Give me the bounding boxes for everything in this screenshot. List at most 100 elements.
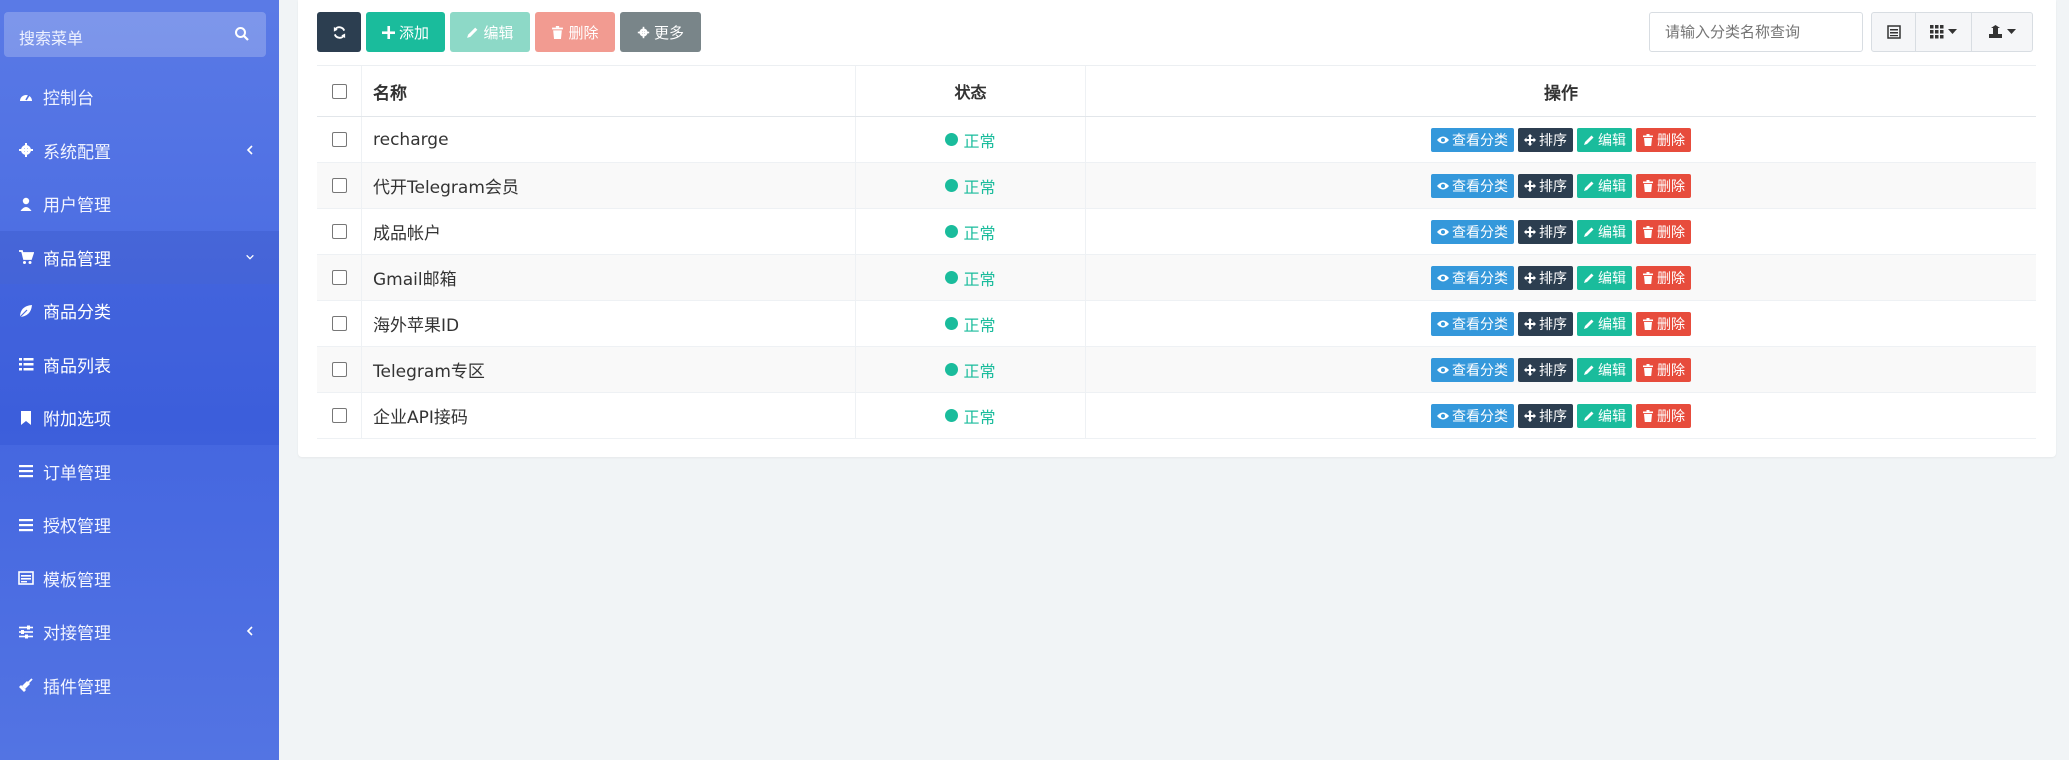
row-edit-button[interactable]: 编辑 [1577,173,1632,198]
row-delete-button[interactable]: 删除 [1636,265,1691,290]
sidebar-item-label: 商品管理 [43,249,111,270]
chevron-down-icon [246,254,254,260]
sidebar-item-extra-options[interactable]: 附加选项 [0,391,279,445]
trash-icon [1643,179,1653,192]
columns-dropdown-button[interactable] [1916,13,1972,51]
row-checkbox[interactable] [331,132,347,147]
table-row: Telegram专区 正常 查看分类 排序 编辑 删除 [317,347,2036,393]
view-category-button[interactable]: 查看分类 [1431,403,1514,428]
sort-button[interactable]: 排序 [1518,127,1573,152]
list-icon [19,358,34,371]
sort-button[interactable]: 排序 [1518,357,1573,382]
view-label: 查看分类 [1452,224,1508,241]
row-edit-button[interactable]: 编辑 [1577,127,1632,152]
row-checkbox[interactable] [331,362,347,377]
view-category-button[interactable]: 查看分类 [1431,311,1514,336]
table-header-row: 名称 状态 操作 [317,66,2036,117]
edit-button[interactable]: 编辑 [450,12,530,52]
row-checkbox[interactable] [331,178,347,193]
view-category-button[interactable]: 查看分类 [1431,265,1514,290]
delete-label: 删除 [1657,316,1685,333]
export-dropdown-button[interactable] [1972,13,2032,51]
view-label: 查看分类 [1452,316,1508,333]
status-dot-icon [945,133,959,146]
row-status: 正常 [856,163,1086,208]
sort-label: 排序 [1539,362,1567,379]
status-label: 正常 [963,361,996,381]
sidebar-item-plugin-management[interactable]: 插件管理 [0,659,279,713]
sidebar-item-order-management[interactable]: 订单管理 [0,445,279,499]
sort-button[interactable]: 排序 [1518,265,1573,290]
category-search-input[interactable] [1649,12,1863,52]
view-category-button[interactable]: 查看分类 [1431,219,1514,244]
sort-label: 排序 [1539,132,1567,149]
row-delete-button[interactable]: 删除 [1636,219,1691,244]
row-delete-button[interactable]: 删除 [1636,127,1691,152]
row-delete-button[interactable]: 删除 [1636,403,1691,428]
sidebar-item-goods-management[interactable]: 商品管理 [0,230,279,284]
toolbar: 添加 编辑 删除 更多 [317,12,701,52]
row-checkbox[interactable] [331,408,347,423]
sort-button[interactable]: 排序 [1518,173,1573,198]
row-name: Gmail邮箱 [362,255,856,300]
sidebar-item-system-config[interactable]: 系统配置 [0,124,279,178]
sidebar-item-dashboard[interactable]: 控制台 [0,70,279,124]
edit-label: 编辑 [1598,132,1626,149]
sidebar-item-label: 系统配置 [43,142,111,163]
toggle-view-button[interactable] [1872,13,1916,51]
delete-label: 删除 [1657,224,1685,241]
row-name: recharge [362,117,856,162]
view-category-button[interactable]: 查看分类 [1431,357,1514,382]
select-all-checkbox[interactable] [331,83,347,99]
sidebar-item-goods-list[interactable]: 商品列表 [0,338,279,392]
plug-icon [19,678,33,693]
goods-submenu: 商品分类 商品列表 附加选项 [0,284,279,445]
edit-label: 编辑 [1598,362,1626,379]
sidebar-item-integration-management[interactable]: 对接管理 [0,605,279,659]
menu-search-box[interactable]: 搜索菜单 [4,12,266,57]
refresh-button[interactable] [317,12,361,52]
row-status: 正常 [856,209,1086,254]
sidebar-item-license-management[interactable]: 授权管理 [0,498,279,552]
delete-label: 删除 [1657,132,1685,149]
gear-icon [19,143,33,158]
view-label: 查看分类 [1452,362,1508,379]
sort-button[interactable]: 排序 [1518,219,1573,244]
template-icon [18,571,34,586]
search-icon[interactable] [234,26,250,42]
edit-label: 编辑 [1598,316,1626,333]
chevron-left-icon [246,626,253,636]
row-delete-button[interactable]: 删除 [1636,173,1691,198]
row-checkbox[interactable] [331,224,347,239]
header-name[interactable]: 名称 [362,66,856,116]
view-category-button[interactable]: 查看分类 [1431,173,1514,198]
sidebar-item-template-management[interactable]: 模板管理 [0,552,279,606]
row-edit-button[interactable]: 编辑 [1577,265,1632,290]
sort-button[interactable]: 排序 [1518,311,1573,336]
sort-button[interactable]: 排序 [1518,403,1573,428]
select-all-cell [317,66,362,116]
row-edit-button[interactable]: 编辑 [1577,219,1632,244]
move-icon [1524,133,1536,146]
sidebar-item-user-management[interactable]: 用户管理 [0,177,279,231]
edit-label: 编辑 [1598,224,1626,241]
row-edit-button[interactable]: 编辑 [1577,403,1632,428]
view-category-button[interactable]: 查看分类 [1431,127,1514,152]
trash-icon [1643,363,1653,376]
pencil-icon [1584,181,1594,191]
row-delete-button[interactable]: 删除 [1636,311,1691,336]
sidebar-item-label: 商品列表 [43,356,111,377]
delete-button[interactable]: 删除 [535,12,615,52]
row-checkbox[interactable] [331,270,347,285]
row-delete-button[interactable]: 删除 [1636,357,1691,382]
row-edit-button[interactable]: 编辑 [1577,311,1632,336]
row-edit-button[interactable]: 编辑 [1577,357,1632,382]
add-button[interactable]: 添加 [366,12,445,52]
sidebar-item-goods-category[interactable]: 商品分类 [0,284,279,338]
more-button[interactable]: 更多 [620,12,701,52]
header-status[interactable]: 状态 [856,66,1086,116]
edit-label: 编辑 [1598,270,1626,287]
row-checkbox[interactable] [331,316,347,331]
caret-down-icon [1948,29,1957,34]
delete-label: 删除 [1657,270,1685,287]
